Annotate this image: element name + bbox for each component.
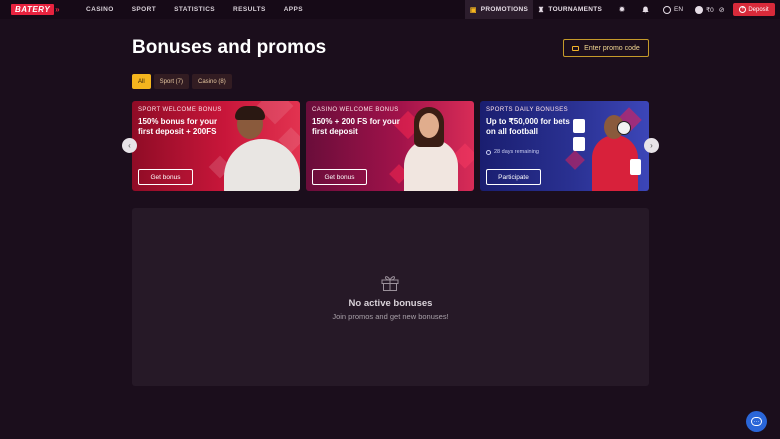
top-bar: BATERY » CASINO SPORT STATISTICS RESULTS… xyxy=(0,0,780,19)
league-badge-icon xyxy=(630,159,641,175)
chevron-left-icon[interactable]: ‹ xyxy=(122,138,137,153)
empty-subtitle: Join promos and get new bonuses! xyxy=(332,312,449,321)
chat-button[interactable]: ··· xyxy=(746,411,767,432)
remaining-label: 28 days remaining xyxy=(494,149,539,155)
brand-name: BATERY xyxy=(11,4,55,15)
user-icon xyxy=(695,5,703,14)
card-image-hair xyxy=(235,106,265,120)
language-label: EN xyxy=(674,6,684,13)
card-decoration xyxy=(565,150,585,170)
deposit-label: Deposit xyxy=(748,6,769,13)
gift-icon xyxy=(381,276,399,291)
page-title: Bonuses and promos xyxy=(132,37,327,58)
card-headline: 150% + 200 FS for your first deposit xyxy=(312,117,400,136)
filter-sport[interactable]: Sport (7) xyxy=(153,74,190,89)
chat-icon: ··· xyxy=(751,417,762,426)
tab-tournaments[interactable]: ♜ TOURNAMENTS xyxy=(538,0,602,19)
card-headline: 150% bonus for your first deposit + 200F… xyxy=(138,117,218,136)
remaining-time: 28 days remaining xyxy=(486,149,539,155)
get-bonus-button[interactable]: Get bonus xyxy=(312,169,367,185)
filter-all[interactable]: All xyxy=(132,74,151,89)
tab-tournaments-label: TOURNAMENTS xyxy=(548,6,603,13)
account-menu[interactable]: ₹0 ⊘ xyxy=(695,0,725,19)
active-bonuses-panel: No active bonuses Join promos and get ne… xyxy=(132,208,649,386)
ticket-icon xyxy=(572,45,580,51)
eye-slash-icon[interactable]: ⊘ xyxy=(719,6,725,14)
bonus-card-sport-welcome[interactable]: SPORT WELCOME BONUS 150% bonus for your … xyxy=(132,101,300,191)
main-nav: CASINO SPORT STATISTICS RESULTS APPS xyxy=(86,0,321,19)
deposit-button[interactable]: + Deposit xyxy=(733,3,775,16)
tab-promotions[interactable]: ▣ PROMOTIONS xyxy=(465,0,533,19)
bonus-card-casino-welcome[interactable]: CASINO WELCOME BONUS 150% + 200 FS for y… xyxy=(306,101,474,191)
tab-promotions-label: PROMOTIONS xyxy=(480,6,529,13)
clock-icon xyxy=(486,149,491,155)
nav-item-statistics[interactable]: STATISTICS xyxy=(174,6,215,13)
card-headline: Up to ₹50,000 for bets on all football xyxy=(486,117,570,136)
nav-item-results[interactable]: RESULTS xyxy=(233,6,266,13)
get-bonus-button[interactable]: Get bonus xyxy=(138,169,193,185)
card-image-face xyxy=(419,113,439,138)
brand-logo[interactable]: BATERY » xyxy=(11,4,60,15)
participate-button[interactable]: Participate xyxy=(486,169,541,185)
plus-circle-icon: + xyxy=(739,6,747,13)
gear-icon[interactable]: ✹ xyxy=(616,0,628,19)
filter-casino[interactable]: Casino (8) xyxy=(192,74,232,89)
card-kicker: CASINO WELCOME BONUS xyxy=(312,107,399,113)
empty-title: No active bonuses xyxy=(348,298,433,309)
brand-arrows: » xyxy=(55,5,60,14)
balance-label: ₹0 xyxy=(706,6,714,14)
chevron-right-icon[interactable]: › xyxy=(644,138,659,153)
nav-item-apps[interactable]: APPS xyxy=(284,6,303,13)
promo-code-label: Enter promo code xyxy=(584,44,640,52)
globe-icon xyxy=(663,5,671,14)
league-badge-icon xyxy=(573,137,585,151)
bonus-card-sports-daily[interactable]: SPORTS DAILY BONUSES Up to ₹50,000 for b… xyxy=(480,101,649,191)
bonus-filters: All Sport (7) Casino (8) xyxy=(132,74,235,89)
card-kicker: SPORTS DAILY BONUSES xyxy=(486,107,569,113)
nav-item-sport[interactable]: SPORT xyxy=(132,6,156,13)
promo-code-button[interactable]: Enter promo code xyxy=(563,39,649,57)
trophy-icon: ♜ xyxy=(537,6,545,14)
nav-item-casino[interactable]: CASINO xyxy=(86,6,114,13)
language-selector[interactable]: EN xyxy=(663,0,683,19)
bell-icon[interactable] xyxy=(639,0,651,19)
gift-icon: ▣ xyxy=(469,6,477,14)
card-kicker: SPORT WELCOME BONUS xyxy=(138,107,222,113)
football-icon xyxy=(617,121,631,135)
